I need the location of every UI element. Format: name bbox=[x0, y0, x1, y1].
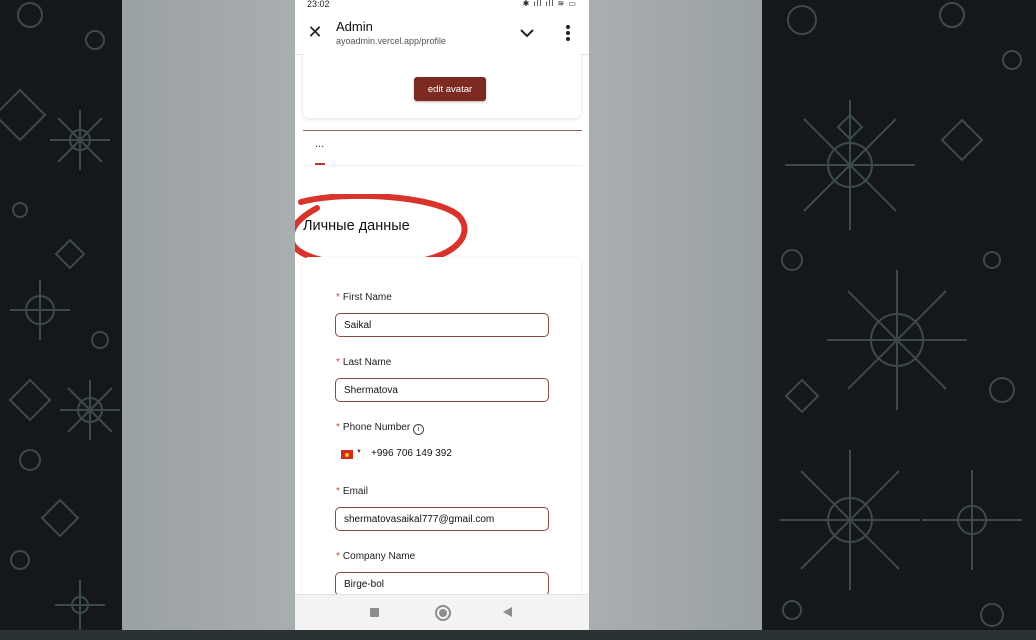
more-vert-icon[interactable] bbox=[559, 23, 577, 43]
last-name-label-text: Last Name bbox=[342, 357, 392, 368]
required-mark: * bbox=[336, 357, 340, 368]
phone-input[interactable]: +996 706 149 392 bbox=[371, 448, 452, 459]
last-name-label: * Last Name bbox=[336, 357, 391, 368]
tabs-divider bbox=[303, 130, 582, 131]
tab-more[interactable]: ... bbox=[315, 138, 324, 150]
phone-screen: 23:02 ✱ ıll ıll ≋ ▭ ✕ Admin ayoadmin.ver… bbox=[295, 0, 589, 630]
section-title: Личные данные bbox=[303, 218, 410, 234]
dim-shade-left bbox=[122, 0, 295, 630]
phone-label: * Phone Number i bbox=[336, 422, 425, 435]
status-time: 23:02 bbox=[307, 0, 330, 9]
required-mark: * bbox=[336, 422, 340, 433]
wallpaper-right bbox=[762, 0, 1036, 640]
status-bar: 23:02 ✱ ıll ıll ≋ ▭ bbox=[295, 0, 589, 10]
kyrgyzstan-flag-icon[interactable] bbox=[341, 450, 353, 459]
avatar-card: edit avatar bbox=[303, 54, 581, 118]
email-label-text: Email bbox=[342, 486, 368, 497]
info-icon[interactable]: i bbox=[413, 424, 425, 435]
caret-down-icon[interactable]: ▼ bbox=[356, 449, 362, 455]
tab-underline bbox=[303, 165, 582, 166]
company-label-text: Company Name bbox=[342, 551, 416, 562]
email-input[interactable] bbox=[335, 507, 549, 531]
android-nav-bar bbox=[295, 594, 589, 630]
first-name-label-text: First Name bbox=[342, 292, 392, 303]
bottom-bar bbox=[0, 630, 1036, 640]
wallpaper-left bbox=[0, 0, 122, 640]
first-name-input[interactable] bbox=[335, 313, 549, 337]
last-name-input[interactable] bbox=[335, 378, 549, 402]
home-icon[interactable] bbox=[435, 605, 451, 621]
close-icon[interactable]: ✕ bbox=[305, 22, 325, 42]
required-mark: * bbox=[336, 486, 340, 497]
app-title: Admin bbox=[336, 19, 373, 34]
recents-icon[interactable] bbox=[370, 608, 379, 617]
first-name-label: * First Name bbox=[336, 292, 392, 303]
company-input[interactable] bbox=[335, 572, 549, 594]
dim-shade-right bbox=[589, 0, 762, 630]
email-label: * Email bbox=[336, 486, 368, 497]
required-mark: * bbox=[336, 551, 340, 562]
browser-app-bar: ✕ Admin ayoadmin.vercel.app/profile bbox=[295, 10, 589, 55]
page-content: edit avatar ... Личные данные * First Nam… bbox=[295, 54, 589, 594]
status-icons: ✱ ıll ıll ≋ ▭ bbox=[522, 0, 577, 8]
company-label: * Company Name bbox=[336, 551, 415, 562]
required-mark: * bbox=[336, 292, 340, 303]
page-url[interactable]: ayoadmin.vercel.app/profile bbox=[336, 36, 446, 46]
phone-label-text: Phone Number bbox=[342, 422, 411, 433]
personal-data-form: *First Name *Last Name *Phone Numberi ▼ … bbox=[303, 257, 581, 594]
back-icon[interactable] bbox=[503, 607, 512, 617]
chevron-down-icon[interactable] bbox=[518, 24, 536, 42]
edit-avatar-button[interactable]: edit avatar bbox=[414, 77, 486, 101]
